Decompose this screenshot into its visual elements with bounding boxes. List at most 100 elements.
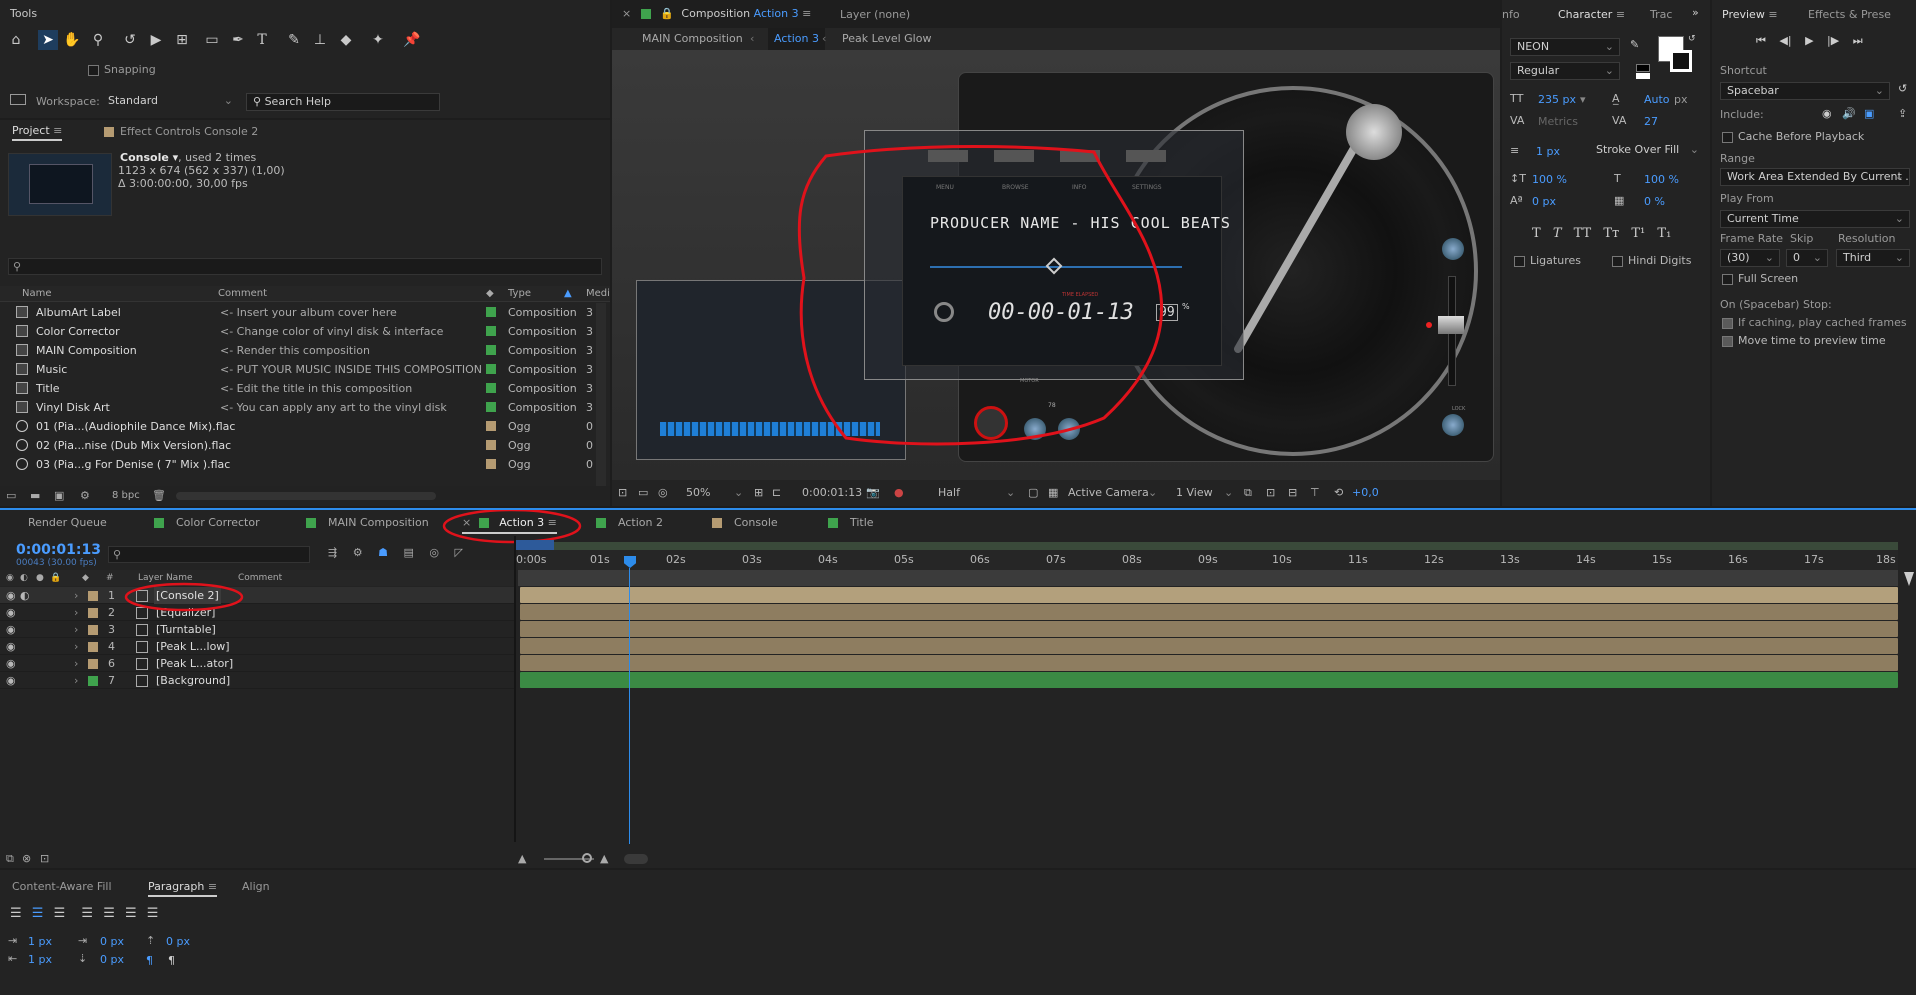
play-icon[interactable]: ▶ [1805,34,1813,47]
close-icon[interactable]: × [622,7,631,20]
swap-color-icon[interactable]: ↺ [1688,34,1696,44]
faux-italic-icon[interactable]: T [1553,226,1562,241]
last-frame-icon[interactable]: ⏭ [1853,34,1863,47]
safe-margins-icon[interactable]: ⊏ [772,480,781,506]
next-frame-icon[interactable]: |▶ [1827,34,1839,47]
tracking-value[interactable]: 27 [1644,115,1658,128]
justify-all-icon[interactable]: ☰ [147,906,159,921]
justify-last-right-icon[interactable]: ☰ [125,906,137,921]
frame-blend-icon[interactable]: ▤ [403,546,413,559]
delete-icon[interactable]: 🗑 [152,486,166,506]
new-folder-icon[interactable]: ▬ [30,486,40,506]
list-item[interactable]: MAIN Composition <- Render this compositi… [0,341,596,360]
tsume-value[interactable]: 0 % [1644,195,1665,208]
table-row[interactable]: ◉ › 6 [Peak L...ator] [0,655,514,672]
table-row[interactable]: ◉ ◐ › 1 [Console 2] [0,587,514,604]
effect-controls-tab[interactable]: Effect Controls Console 2 [104,125,258,138]
export-icon[interactable]: ⇪ [1898,107,1907,120]
workspace-dropdown[interactable]: Standard ⌄ [102,93,238,111]
snapping-toggle[interactable]: Snapping [88,63,156,76]
tab-color-corrector[interactable]: Color Corrector [154,510,260,536]
breadcrumb-item[interactable]: MAIN Composition [642,28,743,50]
table-row[interactable]: ◉ › 7 [Background] [0,672,514,689]
frame-rate-dropdown[interactable]: (30) ⌄ [1720,249,1780,267]
viewer-timecode[interactable]: 0:00:01:13 [802,480,862,506]
table-row[interactable]: ◉ › 3 [Turntable] [0,621,514,638]
zoom-tool-icon[interactable]: ⚲ [88,30,108,50]
font-family-dropdown[interactable]: NEON ⌄ [1510,38,1620,56]
work-area-bar[interactable] [518,542,1898,550]
camera-tool-icon[interactable]: ▶ [146,30,166,50]
info-tab[interactable]: nfo [1502,8,1520,21]
font-size-value[interactable]: 235 px [1538,93,1576,106]
previous-frame-icon[interactable]: ◀| [1779,34,1791,47]
layer-tab[interactable]: Layer (none) [840,8,910,21]
label-column-icon[interactable]: ◆ [486,286,494,302]
project-search-input[interactable]: ⚲ [8,258,602,275]
font-style-dropdown[interactable]: Regular ⌄ [1510,62,1620,80]
fast-preview-icon[interactable]: ⊡ [1266,480,1275,506]
black-swatch[interactable] [1636,64,1650,72]
motion-blur-icon[interactable]: ◎ [429,546,439,559]
roto-brush-tool-icon[interactable]: ✦ [368,30,388,50]
visibility-icon[interactable]: ◉ [6,570,14,586]
indent-first-value[interactable]: 0 px [100,935,124,948]
ltr-direction-icon[interactable]: ¶ [146,954,153,967]
layer-bar[interactable] [520,587,1898,603]
rotate-tool-icon[interactable]: ↺ [120,30,140,50]
ligatures-checkbox[interactable] [1514,255,1525,267]
selection-tool-icon[interactable]: ➤ [38,30,58,50]
camera-dropdown[interactable]: Active Camera ⌄ [1068,480,1158,506]
table-row[interactable]: ◉ › 4 [Peak L...low] [0,638,514,655]
always-preview-icon[interactable]: ⊡ [618,480,627,506]
breadcrumb-item[interactable]: Peak Level Glow [842,28,931,50]
search-help-field[interactable]: ⚲ Search Help [246,93,440,111]
move-time-checkbox[interactable] [1722,335,1733,347]
work-area-start[interactable] [516,540,554,550]
pen-tool-icon[interactable]: ✒ [228,30,248,50]
skip-dropdown[interactable]: 0 ⌄ [1786,249,1828,267]
superscript-icon[interactable]: T¹ [1631,226,1645,241]
full-screen-toggle[interactable]: Full Screen [1722,272,1798,285]
layer-bar[interactable] [520,672,1898,688]
space-before-value[interactable]: 0 px [166,935,190,948]
new-composition-icon[interactable]: ▣ [54,486,64,506]
tab-title[interactable]: Title [828,510,874,536]
kerning-value[interactable]: Metrics [1538,115,1578,128]
include-video-icon[interactable]: ◉ [1822,107,1832,120]
range-dropdown[interactable]: Work Area Extended By Current ... ⌄ [1720,168,1910,186]
tab-console[interactable]: Console [712,510,778,536]
panel-overflow-icon[interactable]: » [1692,6,1699,19]
col-type[interactable]: Type [508,286,531,302]
channel-icon[interactable]: ● [894,480,904,506]
resolution-dropdown[interactable]: Third ⌄ [1836,249,1910,267]
region-of-interest-icon[interactable]: ▢ [1028,480,1038,506]
faux-bold-icon[interactable]: T [1532,226,1541,241]
list-item[interactable]: Title <- Edit the title in this compositi… [0,379,596,398]
content-aware-fill-tab[interactable]: Content-Aware Fill [12,880,112,893]
project-hscroll[interactable] [176,492,436,500]
eraser-tool-icon[interactable]: ◆ [336,30,356,50]
pan-behind-tool-icon[interactable]: ⊞ [172,30,192,50]
graph-editor-icon[interactable]: ◸ [454,546,462,559]
include-audio-icon[interactable]: 🔊 [1842,107,1856,120]
list-item[interactable]: Music <- PUT YOUR MUSIC INSIDE THIS COMPO… [0,360,596,379]
justify-last-left-icon[interactable]: ☰ [81,906,93,921]
table-row[interactable]: ◉ › 2 [Equalizer] [0,604,514,621]
audio-icon[interactable]: ◐ [20,570,28,586]
if-caching-checkbox[interactable] [1722,317,1733,329]
clone-stamp-tool-icon[interactable]: ⊥ [310,30,330,50]
flowchart-icon[interactable]: ⚙ [80,486,90,506]
layer-bar[interactable] [520,655,1898,671]
all-caps-icon[interactable]: TT [1574,226,1592,241]
timeline-icon[interactable]: ⊟ [1288,480,1297,506]
label-column-icon[interactable]: ◆ [82,570,89,586]
vertical-scale-value[interactable]: 100 % [1532,173,1567,186]
align-tab[interactable]: Align [242,880,270,893]
white-swatch[interactable] [1636,73,1650,79]
flowchart-icon[interactable]: ⊤ [1310,480,1320,506]
reset-exposure-icon[interactable]: ⟲ [1334,480,1343,506]
hindi-digits-checkbox[interactable] [1612,255,1623,267]
layer-bar[interactable] [520,621,1898,637]
rectangle-tool-icon[interactable]: ▭ [202,30,222,50]
